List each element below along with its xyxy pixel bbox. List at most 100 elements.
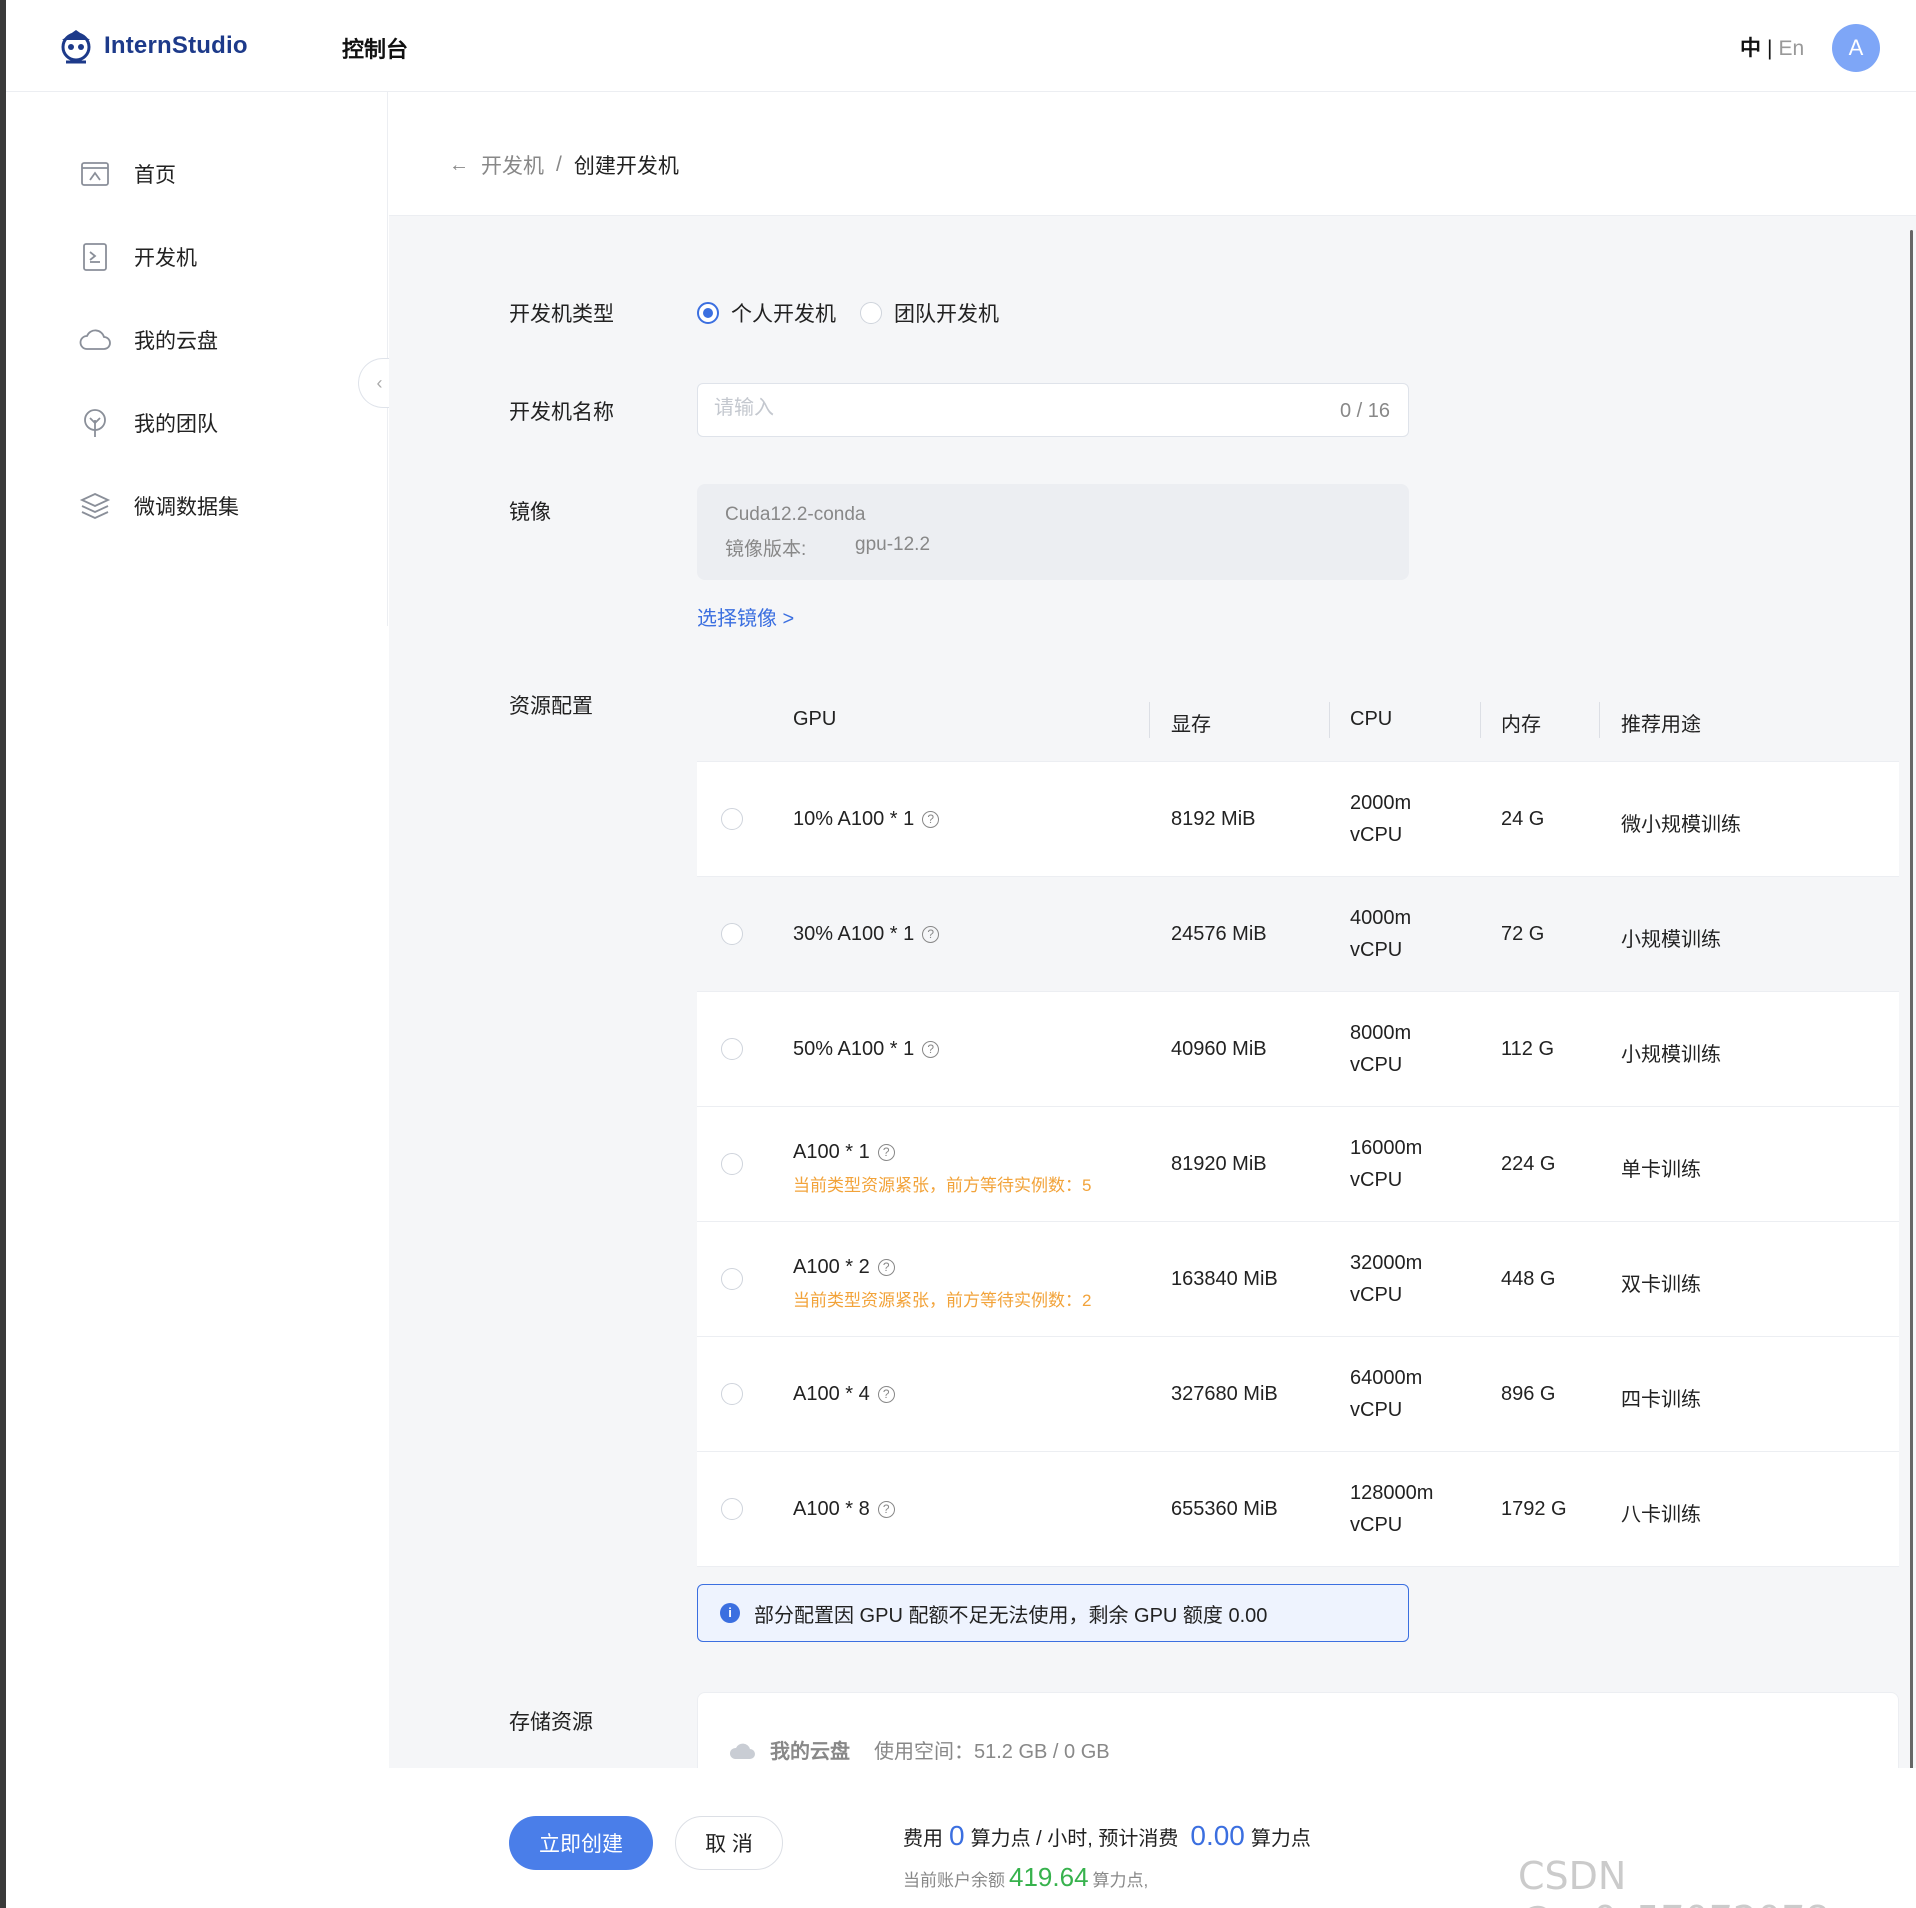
help-icon[interactable]: ? [877,1501,895,1518]
layers-icon [79,493,111,519]
row-select-radio[interactable] [721,1268,743,1290]
col-divider [1149,702,1150,738]
usage-cell: 四卡训练 [1621,1389,1701,1411]
vram-cell: 327680 MiB [1171,1383,1278,1405]
cpu-unit: vCPU [1350,939,1403,961]
cost-summary: 费用 0 算力点 / 小时, 预计消费 0.00 算力点 [903,1820,1311,1852]
col-divider [1599,702,1600,738]
top-bar: InternStudio 控制台 中 | En A [6,0,1916,92]
row-select-radio[interactable] [721,1383,743,1405]
machine-name-field[interactable]: 0 / 16 [697,383,1409,437]
usage-cell: 小规模训练 [1621,929,1721,951]
lang-en-option[interactable]: En [1778,37,1804,60]
gpu-name: A100 * 1 [793,1141,870,1163]
help-icon[interactable]: ? [877,1386,895,1403]
row-select-radio[interactable] [721,1153,743,1175]
sidebar: 首页 开发机 我的云盘 我的团队 微调数据集 [6,92,388,626]
storage-item: 我的云盘 使用空间：51.2 GB / 0 GB [728,1735,1110,1764]
lang-zh-option[interactable]: 中 [1740,37,1761,60]
row-select-radio[interactable] [721,808,743,830]
logo[interactable]: InternStudio [56,26,248,66]
radio-personal[interactable] [697,302,719,324]
help-icon[interactable]: ? [877,1144,895,1161]
radio-personal-label[interactable]: 个人开发机 [731,298,836,328]
breadcrumb-bar: ← 开发机 / 创建开发机 [389,92,1916,216]
resource-table: GPU 显存 CPU 内存 推荐用途 10% A100 * 1? 8192 Mi… [697,678,1899,1567]
usage-cell: 小规模训练 [1621,1044,1721,1066]
cpu-cell: 64000m [1350,1367,1423,1389]
cpu-cell: 4000m [1350,907,1412,929]
notice-text: 部分配置因 GPU 配额不足无法使用，剩余 GPU 额度 0.00 [754,1604,1268,1627]
breadcrumb-current: 创建开发机 [573,155,679,178]
cpu-cell: 2000m [1350,792,1412,814]
logo-mascot-icon [61,30,91,64]
table-row[interactable]: 30% A100 * 1? 24576 MiB 4000m vCPU 72 G … [697,877,1899,992]
watermark: CSDN @m0_57072078 [1518,1854,1830,1908]
table-row[interactable]: 50% A100 * 1? 40960 MiB 8000m vCPU 112 G… [697,992,1899,1107]
row-select-radio[interactable] [721,1498,743,1520]
cpu-cell: 32000m [1350,1252,1423,1274]
sidebar-item-datasets[interactable]: 微调数据集 [78,486,239,526]
sidebar-item-label: 微调数据集 [134,496,239,519]
gpu-name: 10% A100 * 1 [793,808,915,830]
cpu-unit: vCPU [1350,1054,1403,1076]
memory-cell: 112 G [1501,1038,1554,1060]
gpu-cell: 30% A100 * 1? [793,923,940,946]
logo-text: InternStudio [104,32,248,59]
gpu-quota-notice: i 部分配置因 GPU 配额不足无法使用，剩余 GPU 额度 0.00 [697,1584,1409,1642]
help-icon[interactable]: ? [877,1259,895,1276]
cpu-unit: vCPU [1350,1399,1403,1421]
row-select-radio[interactable] [721,923,743,945]
col-header-cpu: CPU [1350,708,1393,730]
memory-cell: 72 G [1501,923,1545,945]
memory-cell: 24 G [1501,808,1545,830]
sidebar-item-cloud-drive[interactable]: 我的云盘 [78,320,218,360]
col-header-vram: 显存 [1171,714,1211,736]
select-image-link[interactable]: 选择镜像 > [697,602,794,631]
image-version-value: gpu-12.2 [855,534,931,555]
machine-type-radio-group: 个人开发机 团队开发机 [697,298,1023,328]
gpu-cell: A100 * 2? [793,1256,895,1279]
table-row[interactable]: A100 * 1? 当前类型资源紧张，前方等待实例数：5 81920 MiB 1… [697,1107,1899,1222]
storage-usage: 使用空间：51.2 GB / 0 GB [874,1741,1110,1763]
arrow-left-icon[interactable]: ← [449,154,469,177]
table-row[interactable]: A100 * 8? 655360 MiB 128000m vCPU 1792 G… [697,1452,1899,1567]
create-button[interactable]: 立即创建 [509,1816,653,1870]
col-header-memory: 内存 [1501,714,1541,736]
breadcrumb-parent[interactable]: 开发机 [481,150,544,180]
scrollbar[interactable] [1910,230,1913,1770]
machine-name-input[interactable] [714,397,1274,420]
help-icon[interactable]: ? [922,926,940,943]
breadcrumb: ← 开发机 / 创建开发机 [449,150,679,180]
cancel-button[interactable]: 取 消 [675,1816,783,1870]
help-icon[interactable]: ? [922,811,940,828]
gpu-name: A100 * 4 [793,1383,870,1405]
balance-unit: 算力点, [1092,1871,1149,1890]
table-row[interactable]: 10% A100 * 1? 8192 MiB 2000m vCPU 24 G 微… [697,762,1899,877]
gpu-cell: 10% A100 * 1? [793,808,940,831]
col-header-gpu: GPU [793,708,837,730]
vram-cell: 8192 MiB [1171,808,1256,830]
balance-summary: 当前账户余额 419.64 算力点, [903,1862,1148,1893]
machine-type-label: 开发机类型 [509,303,614,326]
radio-team[interactable] [860,302,882,324]
table-row[interactable]: A100 * 4? 327680 MiB 64000m vCPU 896 G 四… [697,1337,1899,1452]
table-row[interactable]: A100 * 2? 当前类型资源紧张，前方等待实例数：2 163840 MiB … [697,1222,1899,1337]
storage-name: 我的云盘 [770,1741,850,1763]
row-select-radio[interactable] [721,1038,743,1060]
balance-prefix: 当前账户余额 [903,1871,1005,1890]
cpu-cell: 16000m [1350,1137,1423,1159]
vram-cell: 40960 MiB [1171,1038,1267,1060]
estimate-unit: 算力点 [1250,1828,1311,1850]
console-title[interactable]: 控制台 [342,32,408,64]
radio-team-label[interactable]: 团队开发机 [894,298,999,328]
sidebar-item-label: 我的团队 [134,413,218,436]
help-icon[interactable]: ? [922,1041,940,1058]
user-avatar[interactable]: A [1832,24,1880,72]
estimate-value: 0.00 [1190,1820,1245,1851]
gpu-name: 30% A100 * 1 [793,923,915,945]
sidebar-item-devmachine[interactable]: 开发机 [78,237,197,277]
sidebar-item-home[interactable]: 首页 [78,154,176,194]
cpu-unit: vCPU [1350,1514,1403,1536]
sidebar-item-team[interactable]: 我的团队 [78,403,218,443]
